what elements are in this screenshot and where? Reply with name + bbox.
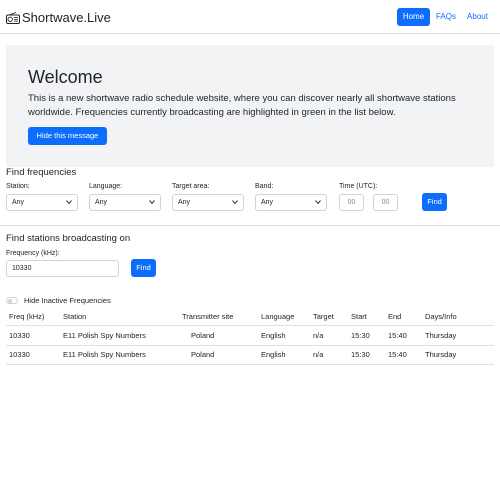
minute-input[interactable]: 00	[373, 194, 398, 211]
target-area-select-value: Any	[178, 199, 191, 206]
column-header-station[interactable]: Station	[63, 312, 86, 321]
language-select[interactable]: Any	[89, 194, 161, 211]
station-label: Station:	[6, 183, 30, 190]
station-select-value: Any	[12, 199, 25, 206]
brand[interactable]: Shortwave.Live	[6, 8, 111, 26]
row-divider	[6, 364, 494, 365]
radio-icon	[6, 11, 20, 24]
find-stations-title: Find stations broadcasting on	[6, 233, 131, 244]
welcome-title: Welcome	[28, 67, 103, 87]
find-frequencies-title: Find frequencies	[6, 167, 77, 178]
column-header-transmitter[interactable]: Transmitter site	[182, 312, 233, 321]
cell-language: English	[261, 331, 286, 340]
time-label: Time (UTC):	[339, 183, 378, 190]
cell-start: 15:30	[351, 331, 370, 340]
hide-inactive-toggle[interactable]	[6, 297, 18, 304]
cell-freq: 10330	[9, 350, 30, 359]
nav-faqs[interactable]: FAQs	[434, 8, 458, 26]
column-header-language[interactable]: Language	[261, 312, 294, 321]
language-label: Language:	[89, 183, 123, 190]
chevron-down-icon	[149, 200, 155, 205]
station-select[interactable]: Any	[6, 194, 78, 211]
find-frequencies-button[interactable]: Find	[422, 193, 447, 211]
find-stations-button[interactable]: Find	[131, 259, 156, 277]
cell-start: 15:30	[351, 350, 370, 359]
cell-station: E11 Polish Spy Numbers	[63, 350, 146, 359]
hour-input[interactable]: 00	[339, 194, 364, 211]
welcome-banner: Welcome This is a new shortwave radio sc…	[6, 45, 494, 167]
cell-target: n/a	[313, 331, 324, 340]
section-divider	[0, 225, 500, 226]
cell-transmitter: Poland	[191, 350, 215, 359]
cell-end: 15:40	[388, 350, 407, 359]
cell-target: n/a	[313, 350, 324, 359]
toggle-knob	[8, 299, 12, 303]
band-select[interactable]: Any	[255, 194, 327, 211]
welcome-text: This is a new shortwave radio schedule w…	[28, 93, 456, 118]
column-header-days[interactable]: Days/Info	[425, 312, 457, 321]
band-select-value: Any	[261, 199, 274, 206]
target-area-label: Target area:	[172, 183, 210, 190]
cell-days: Thursday	[425, 350, 457, 359]
chevron-down-icon	[66, 200, 72, 205]
chevron-down-icon	[315, 200, 321, 205]
frequency-label: Frequency (kHz):	[6, 250, 60, 257]
navbar: Shortwave.Live Home FAQs About	[0, 0, 500, 34]
frequency-input[interactable]: 10330	[6, 260, 119, 277]
row-divider	[6, 325, 494, 326]
language-select-value: Any	[95, 199, 108, 206]
target-area-select[interactable]: Any	[172, 194, 244, 211]
cell-days: Thursday	[425, 331, 457, 340]
row-divider	[6, 345, 494, 346]
cell-language: English	[261, 350, 286, 359]
hide-message-button[interactable]: Hide this message	[28, 127, 107, 145]
cell-station: E11 Polish Spy Numbers	[63, 331, 146, 340]
brand-name: Shortwave.Live	[22, 9, 111, 25]
column-header-freq[interactable]: Freq (kHz)	[9, 312, 44, 321]
cell-transmitter: Poland	[191, 331, 215, 340]
column-header-target[interactable]: Target	[313, 312, 334, 321]
cell-end: 15:40	[388, 331, 407, 340]
column-header-start[interactable]: Start	[351, 312, 367, 321]
chevron-down-icon	[232, 200, 238, 205]
nav-about[interactable]: About	[465, 8, 490, 26]
hide-inactive-label: Hide Inactive Frequencies	[24, 296, 111, 305]
band-label: Band:	[255, 183, 274, 190]
column-header-end[interactable]: End	[388, 312, 401, 321]
cell-freq: 10330	[9, 331, 30, 340]
nav-home[interactable]: Home	[397, 8, 430, 26]
